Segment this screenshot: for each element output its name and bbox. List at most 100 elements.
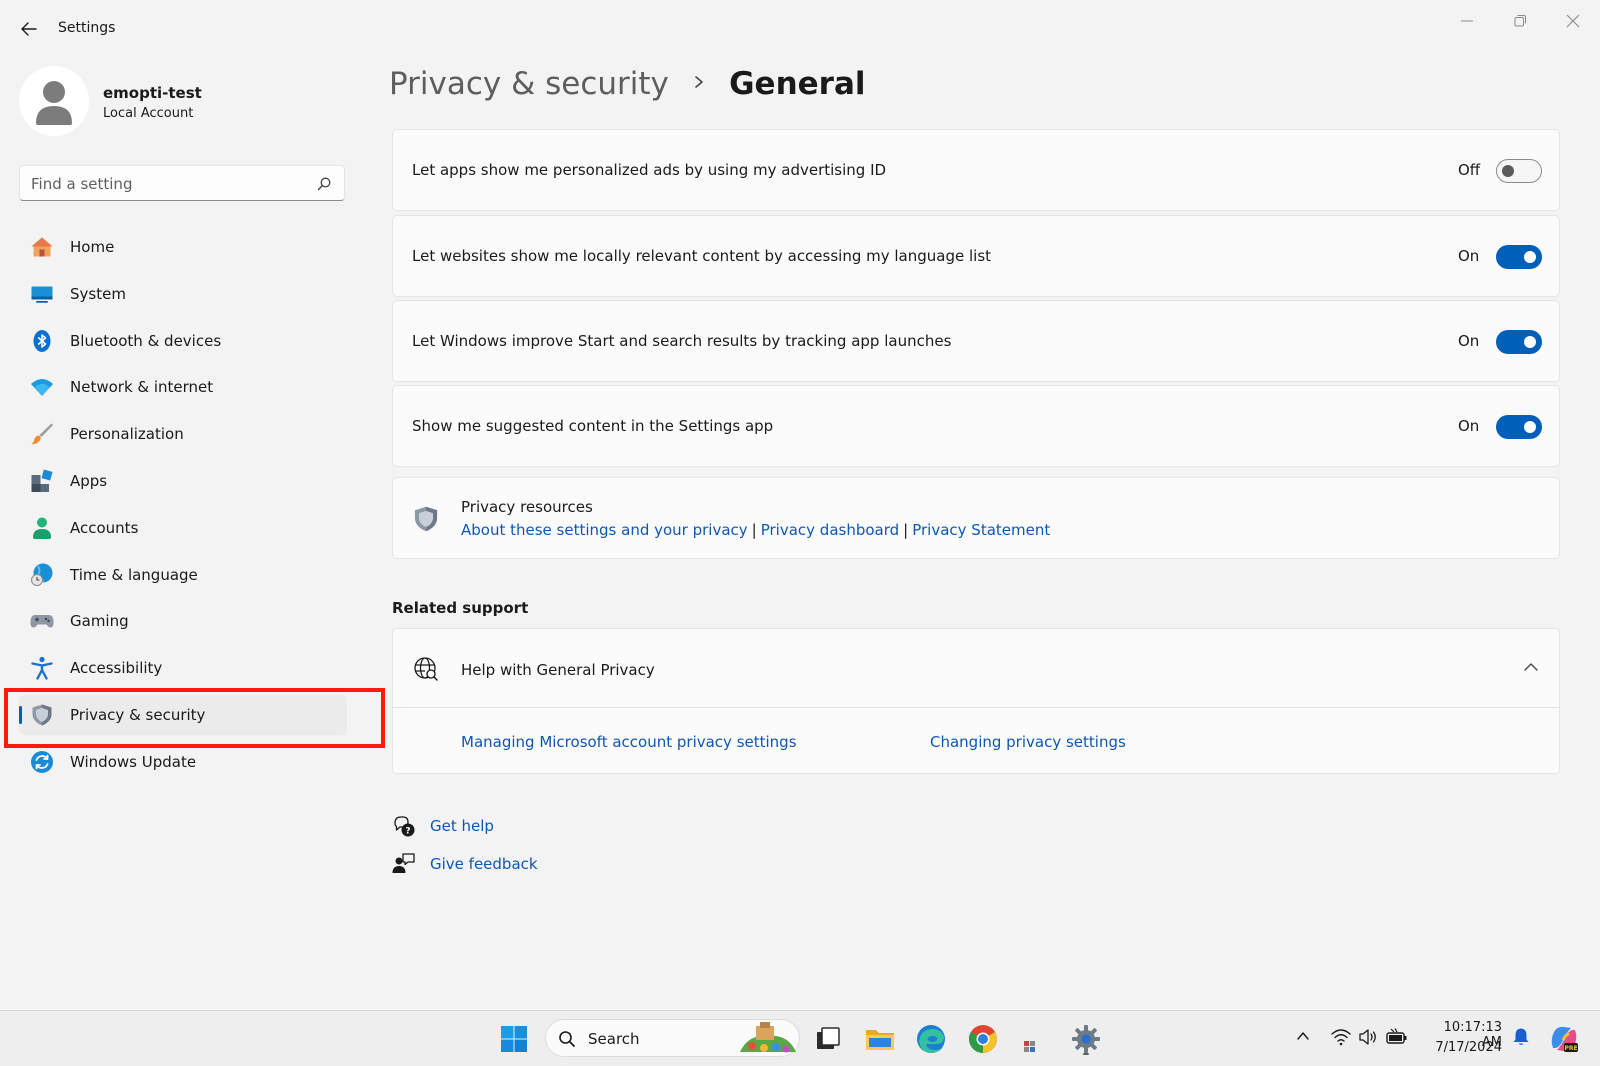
suggested-content-toggle[interactable] (1496, 415, 1542, 439)
system-icon (31, 286, 53, 303)
sidebar-item-label: Privacy & security (70, 705, 206, 724)
globe-search-icon (414, 657, 438, 681)
chrome-button[interactable] (967, 1023, 999, 1055)
chevron-right-icon (695, 76, 703, 88)
setting-label: Let websites show me locally relevant co… (412, 247, 992, 265)
sidebar-item-personalization[interactable]: Personalization (19, 414, 347, 454)
clock-date[interactable]: 7/17/2024 (1420, 1040, 1502, 1055)
avatar[interactable] (19, 66, 89, 136)
toggle-knob (1524, 251, 1536, 263)
search-setting-box[interactable] (19, 165, 345, 201)
task-view-icon (817, 1027, 840, 1049)
gamepad-icon (30, 615, 54, 628)
give-feedback-link[interactable]: Give feedback (430, 855, 538, 873)
sidebar-item-label: Accounts (70, 518, 139, 537)
title-bar: Settings (0, 0, 1600, 56)
toggle-state-label: On (1458, 247, 1480, 265)
sidebar-item-accessibility[interactable]: Accessibility (19, 648, 347, 688)
sidebar-nav: Home System Bluetooth & devices Network … (19, 227, 347, 789)
sidebar-item-windows-update[interactable]: Windows Update (19, 742, 347, 782)
wifi-icon (31, 379, 53, 397)
toggle-knob (1524, 336, 1536, 348)
svg-text:PRE: PRE (1564, 1045, 1577, 1052)
setting-label: Show me suggested content in the Setting… (412, 417, 774, 435)
chevron-up-icon[interactable] (1523, 661, 1539, 673)
sidebar-item-label: Apps (70, 471, 108, 490)
app-button[interactable] (1018, 1023, 1050, 1055)
privacy-resources-card: Privacy resources About these settings a… (392, 477, 1560, 559)
about-privacy-link[interactable]: About these settings and your privacy (461, 521, 748, 539)
sidebar-item-time-language[interactable]: Time & language (19, 555, 347, 595)
help-title: Help with General Privacy (461, 661, 655, 679)
sidebar-item-network[interactable]: Network & internet (19, 367, 347, 407)
sidebar-item-label: Time & language (70, 565, 198, 584)
toggle-state-label: On (1458, 332, 1480, 350)
home-icon (31, 237, 53, 257)
sidebar-item-label: System (70, 284, 126, 303)
restore-button[interactable] (1500, 6, 1540, 36)
close-button[interactable] (1553, 6, 1593, 36)
app-title: Settings (58, 20, 116, 36)
minimize-icon (1461, 20, 1473, 22)
sidebar-item-label: Accessibility (70, 659, 163, 678)
notification-bell-icon[interactable] (1512, 1027, 1530, 1047)
sidebar-item-home[interactable]: Home (19, 227, 347, 267)
sidebar-item-bluetooth[interactable]: Bluetooth & devices (19, 321, 347, 361)
privacy-resources-links: About these settings and your privacy | Pr… (461, 521, 1050, 539)
advertising-id-toggle[interactable] (1496, 159, 1542, 183)
taskbar: Search 10:17:13 AM 7/17/2024 PRE (0, 1010, 1600, 1066)
wifi-icon[interactable] (1331, 1028, 1351, 1046)
accounts-icon (33, 517, 51, 539)
start-button[interactable] (498, 1023, 530, 1055)
sidebar-item-apps[interactable]: Apps (19, 461, 347, 501)
minimize-button[interactable] (1447, 6, 1487, 36)
sidebar-item-label: Gaming (70, 612, 129, 631)
chevron-up-icon[interactable] (1295, 1028, 1311, 1044)
user-name: emopti-test (103, 84, 202, 102)
privacy-dashboard-link[interactable]: Privacy dashboard (761, 521, 899, 539)
search-input[interactable] (31, 173, 311, 195)
managing-ms-account-privacy-link[interactable]: Managing Microsoft account privacy setti… (461, 733, 797, 751)
sidebar-item-privacy-security[interactable]: Privacy & security (19, 694, 347, 735)
settings-taskbar-button[interactable] (1070, 1023, 1102, 1055)
taskbar-search[interactable]: Search (545, 1019, 800, 1057)
help-expander-header[interactable]: Help with General Privacy (393, 629, 1559, 708)
sidebar-item-label: Personalization (70, 425, 184, 444)
update-icon (31, 750, 53, 773)
restore-icon (1514, 15, 1526, 27)
app-launches-toggle[interactable] (1496, 330, 1542, 354)
svg-text:?: ? (405, 827, 410, 837)
chrome-icon (969, 1025, 997, 1053)
copilot-icon[interactable]: PRE (1549, 1024, 1579, 1054)
setting-card-language-list: Let websites show me locally relevant co… (392, 215, 1560, 297)
privacy-statement-link[interactable]: Privacy Statement (912, 521, 1050, 539)
folder-icon (866, 1030, 894, 1050)
back-button[interactable] (16, 16, 42, 42)
sidebar-item-gaming[interactable]: Gaming (19, 601, 347, 641)
help-general-privacy-card: Help with General Privacy Managing Micro… (392, 628, 1560, 774)
brush-icon (31, 423, 53, 445)
breadcrumb-parent[interactable]: Privacy & security (389, 66, 669, 102)
sidebar-item-accounts[interactable]: Accounts (19, 508, 347, 548)
edge-button[interactable] (915, 1023, 947, 1055)
sidebar-item-label: Network & internet (70, 378, 214, 397)
shield-icon (32, 704, 52, 726)
language-list-toggle[interactable] (1496, 245, 1542, 269)
search-icon[interactable] (316, 176, 332, 192)
page-title: General (729, 66, 866, 102)
sidebar-item-label: Bluetooth & devices (70, 331, 222, 350)
get-help-link[interactable]: Get help (430, 817, 494, 835)
volume-icon[interactable] (1358, 1028, 1378, 1046)
privacy-resources-title: Privacy resources (461, 498, 593, 516)
search-icon (559, 1031, 575, 1047)
feedback-icon (392, 853, 415, 873)
breadcrumb: Privacy & security General (389, 66, 866, 110)
battery-charging-icon[interactable] (1386, 1028, 1408, 1046)
task-view-button[interactable] (812, 1023, 844, 1055)
link-divider: | (751, 521, 757, 539)
breadcrumb-separator (674, 74, 724, 94)
file-explorer-button[interactable] (864, 1023, 896, 1055)
changing-privacy-settings-link[interactable]: Changing privacy settings (930, 733, 1126, 751)
taskbar-search-label: Search (588, 1030, 640, 1048)
sidebar-item-system[interactable]: System (19, 274, 347, 314)
